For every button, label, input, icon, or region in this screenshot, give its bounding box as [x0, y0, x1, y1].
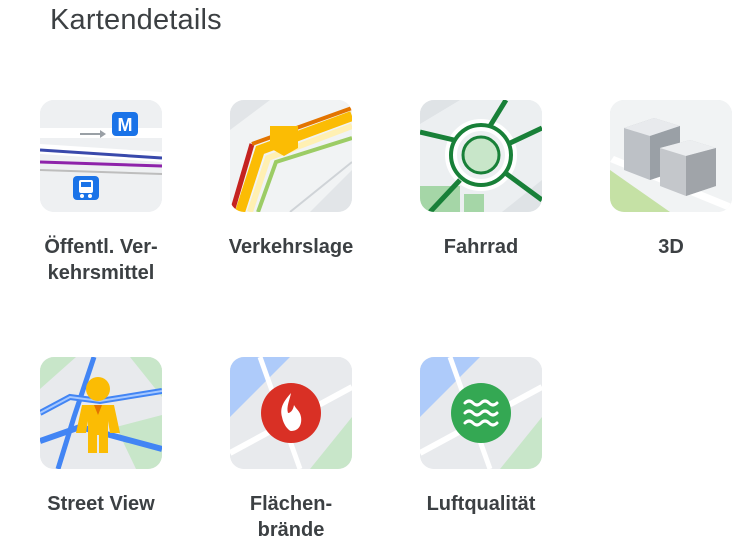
- bike-map-icon: [420, 100, 542, 212]
- page-title: Kartendetails: [50, 4, 222, 36]
- layer-3d[interactable]: 3D: [596, 100, 733, 260]
- metro-glyph: M: [118, 115, 133, 135]
- layer-label-streetview: Street View: [47, 493, 155, 515]
- layer-label-3d: 3D: [658, 236, 684, 258]
- layer-airquality[interactable]: Luftqualität: [406, 357, 556, 517]
- traffic-map-icon: [230, 100, 352, 212]
- air-quality-icon: [420, 357, 542, 469]
- pegman-icon: [40, 357, 162, 469]
- layer-transit[interactable]: M Öffentl. Ver- kehrsmittel: [26, 100, 176, 286]
- fire-icon: [230, 357, 352, 469]
- transit-map-icon: M: [40, 100, 162, 212]
- layer-label-traffic: Verkehrslage: [228, 236, 354, 258]
- layer-bike[interactable]: Fahrrad: [406, 100, 556, 260]
- buildings-3d-icon: [610, 100, 732, 212]
- layer-wildfires[interactable]: Flächen- brände: [216, 357, 366, 543]
- layer-label-wildfires: Flächen- brände: [249, 493, 333, 541]
- layer-streetview[interactable]: Street View: [26, 357, 176, 517]
- layer-traffic[interactable]: Verkehrslage: [216, 100, 366, 260]
- layer-label-bike: Fahrrad: [443, 236, 519, 258]
- layer-label-airquality: Luftqualität: [426, 493, 536, 515]
- layer-label-transit: Öffentl. Ver- kehrsmittel: [44, 236, 158, 284]
